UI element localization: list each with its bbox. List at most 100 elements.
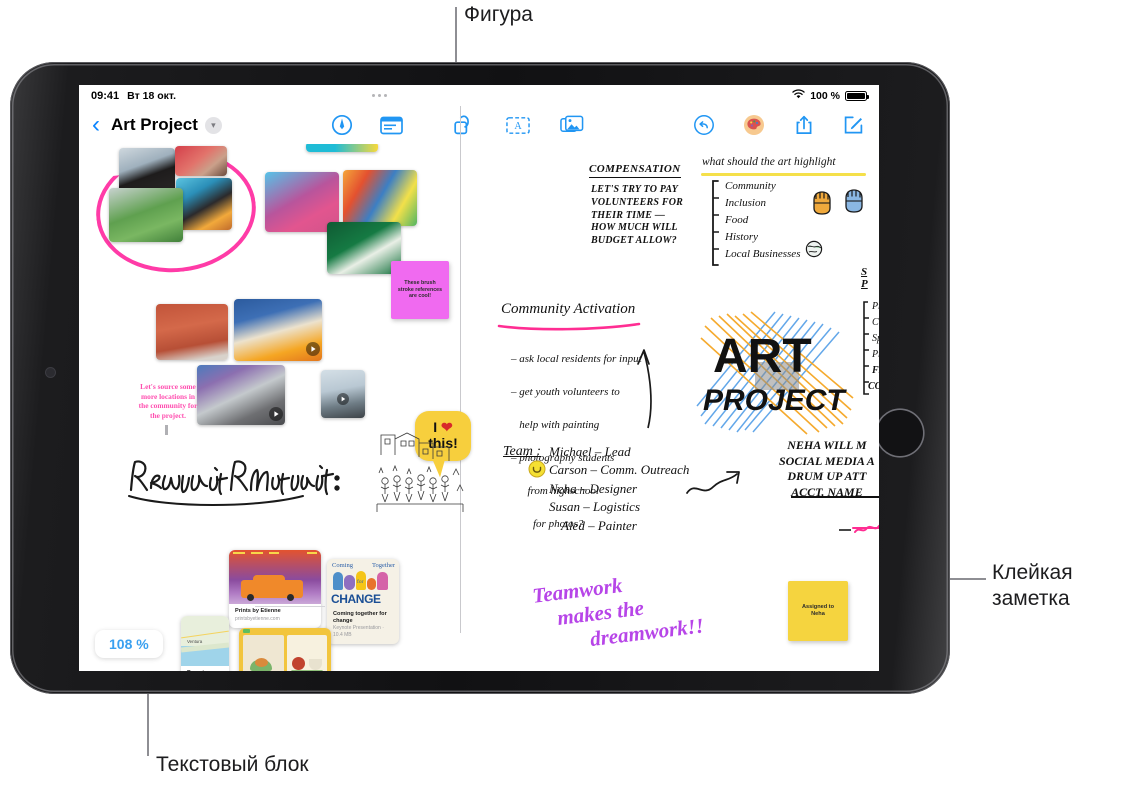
handwriting-highlight-item[interactable]: History [725, 231, 758, 243]
note-canvas[interactable]: These brush stroke references are cool! … [79, 144, 879, 671]
play-icon[interactable] [306, 342, 320, 356]
annotation-label-textblock: Текстовый блок [156, 753, 309, 776]
battery-percent: 100 % [810, 89, 840, 102]
handwriting-highlight-question[interactable]: what should the art highlight [702, 156, 836, 168]
link-card-thumbnail [229, 550, 321, 604]
handwriting-social-item[interactable]: Sp [872, 333, 879, 344]
photo-thumbnail[interactable] [306, 144, 378, 152]
team-member: Carson – Comm. Outreach [549, 462, 690, 478]
share-icon[interactable] [792, 113, 816, 137]
sticky-note-assigned[interactable]: Assigned to Neha [788, 581, 848, 641]
text-cursor [165, 425, 168, 435]
team-member: Neha – Designer [549, 480, 638, 496]
text-block-locations[interactable]: Let's source some more locations in the … [119, 382, 217, 421]
link-card-title: Coming together for change [333, 611, 387, 624]
photo-thumbnail[interactable] [343, 170, 417, 226]
markup-pen-icon[interactable] [330, 113, 354, 137]
handwriting-compensation-body[interactable]: LET'S TRY TO PAY VOLUNTEERS FOR THEIR TI… [591, 184, 683, 248]
art-word: ART [713, 330, 812, 383]
handwriting-social-item[interactable]: Cal [872, 317, 879, 328]
front-camera-icon [46, 368, 55, 377]
home-button[interactable] [877, 410, 923, 456]
photo-thumbnail[interactable] [156, 304, 228, 360]
link-card-thumbnail [239, 628, 331, 671]
handwriting-team-title[interactable]: Team : [503, 444, 541, 460]
change-line-4: CHANGE [331, 592, 381, 606]
annotation-label-sticky: Клейкая заметка [992, 561, 1073, 610]
handwriting-social-item[interactable]: COI [868, 381, 879, 392]
link-card-title: Downtown Ventura [187, 670, 223, 671]
link-card-subtitle: printsbyetienne.com [235, 615, 280, 622]
note-card-icon[interactable] [380, 113, 404, 137]
smiley-sticker[interactable] [528, 460, 546, 478]
link-card-prints[interactable]: Prints by Etienne printsbyetienne.com [229, 550, 321, 629]
sticky-note-brush[interactable]: These brush stroke references are cool! [391, 261, 449, 319]
raised-fist-sticker[interactable] [810, 188, 834, 216]
team-member: Aled – Painter [561, 517, 637, 533]
art-project-logo-sketch[interactable]: ART PROJECT [695, 306, 855, 435]
highlight-list-bracket [712, 180, 719, 266]
link-card-maps[interactable]: Ventura Downtown Ventura Ventura CA, Uni… [181, 616, 229, 671]
text-box-icon[interactable]: A [506, 113, 530, 137]
handwriting-highlight-item[interactable]: Food [725, 214, 748, 226]
handwriting-social-item[interactable]: Pro [872, 301, 879, 312]
wifi-icon [792, 89, 805, 102]
status-bar: 09:41 Вт 18 окт. 100 % [79, 85, 879, 106]
undo-icon[interactable] [692, 113, 716, 137]
play-icon[interactable] [269, 407, 283, 421]
globe-sticker[interactable] [805, 240, 823, 258]
shapes-icon[interactable] [452, 113, 476, 137]
link-card-title: Prints by Etienne [235, 608, 281, 614]
handwriting-team-list[interactable]: Michael – Lead Carson – Comm. Outreach N… [549, 443, 689, 535]
map-place-label: Ventura [187, 639, 203, 644]
photo-thumbnail[interactable] [176, 178, 232, 230]
play-icon[interactable] [337, 393, 349, 405]
underline [791, 496, 879, 498]
handwriting-compensation-title[interactable]: COMPENSATION [589, 163, 681, 178]
yellow-highlight-underline [701, 173, 866, 176]
project-word: PROJECT [703, 384, 847, 417]
activation-item: – get youth volunteers to [511, 385, 620, 398]
photo-thumbnail[interactable] [109, 188, 183, 242]
compose-icon[interactable] [842, 113, 866, 137]
team-member: Susan – Logistics [549, 499, 641, 515]
handwriting-neha-note[interactable]: NEHA WILL M SOCIAL MEDIA A DRUM UP ATT A… [779, 438, 875, 500]
link-card-change[interactable]: Coming Together for CHANGE Coming togeth… [327, 559, 399, 645]
back-button[interactable]: ‹ [92, 113, 100, 137]
battery-icon [845, 90, 869, 101]
pink-strikethrough-note[interactable] [837, 516, 879, 576]
status-date: Вт 18 окт. [127, 89, 177, 102]
zoom-level-badge[interactable]: 108 % [95, 630, 163, 658]
activation-item: – ask local residents for input [511, 352, 642, 365]
link-card-subtitle: Keynote Presentation · 10.4 MB [333, 625, 384, 638]
pink-underline [497, 322, 641, 331]
handwriting-research-materials[interactable] [127, 456, 342, 512]
change-line-3: for [357, 579, 364, 585]
palette-icon[interactable] [742, 113, 766, 137]
link-card-buffet[interactable]: Buffet – Table Talk joinournetwork.com [239, 628, 331, 671]
media-icon[interactable] [560, 113, 584, 137]
right-tool-group [692, 113, 866, 137]
map-thumbnail: Ventura [181, 616, 229, 666]
handwriting-highlight-item[interactable]: Local Businesses [725, 248, 800, 260]
chevron-down-icon[interactable]: ▾ [204, 116, 222, 134]
handwriting-social-item[interactable]: Pro [872, 349, 879, 360]
team-member: Michael – Lead [549, 444, 631, 459]
change-line-2: Together [371, 562, 395, 569]
change-line-1: Coming [332, 562, 353, 569]
photo-thumbnail[interactable] [175, 146, 227, 176]
handwriting-social-item[interactable]: FI [872, 365, 879, 376]
handwriting-teamwork[interactable]: Teamwork makes the dreamwork!! [531, 564, 705, 659]
multitasking-dots-icon[interactable] [371, 94, 387, 97]
photo-thumbnail[interactable] [327, 222, 401, 274]
app-toolbar: ‹ Art Project ▾ A [79, 106, 879, 144]
handwriting-activation-title[interactable]: Community Activation [501, 301, 635, 318]
handwriting-highlight-item[interactable]: Community [725, 180, 776, 192]
handwriting-highlight-item[interactable]: Inclusion [725, 197, 766, 209]
annotation-label-shape: Фигура [464, 3, 533, 26]
page-title: Art Project [111, 115, 198, 134]
handwriting-social-title[interactable]: S P [861, 266, 868, 291]
crowd-sketch[interactable] [375, 429, 465, 519]
divider-line [255, 606, 325, 608]
raised-fist-sticker[interactable] [842, 186, 866, 214]
